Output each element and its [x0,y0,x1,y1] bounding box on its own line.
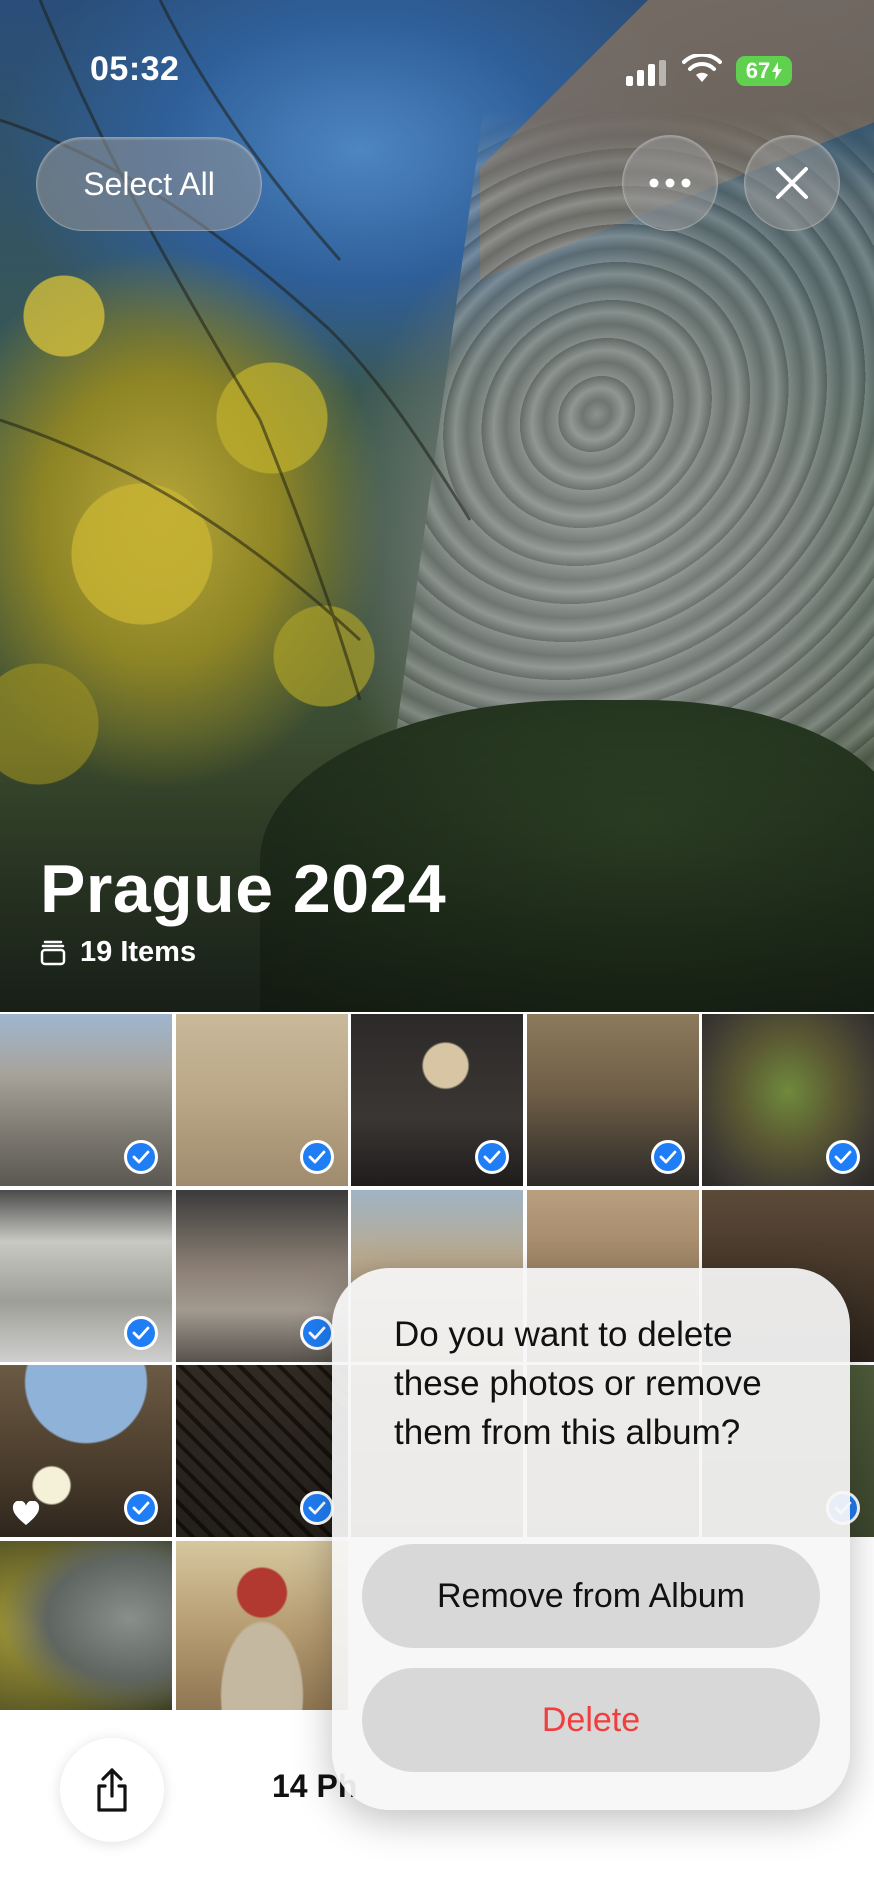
selected-check-icon [475,1140,509,1174]
delete-options-dialog: Do you want to delete these photos or re… [332,1268,850,1810]
favorite-heart-icon [12,1501,40,1525]
selected-check-icon [826,1140,860,1174]
item-count-label: 19 Items [80,936,197,968]
selected-check-icon [124,1140,158,1174]
selected-check-icon [124,1315,158,1350]
photo-thumbnail[interactable] [175,1540,348,1713]
photo-thumbnail[interactable] [175,1189,348,1362]
dialog-message: Do you want to delete these photos or re… [394,1315,762,1452]
album-item-count: 19 Items [40,936,196,969]
stack-icon [40,940,66,965]
selected-check-icon [299,1140,334,1174]
share-button[interactable] [60,1738,164,1842]
close-button[interactable] [744,135,840,231]
photo-thumbnail[interactable] [0,1189,172,1362]
selected-check-icon [299,1315,334,1350]
select-all-button[interactable]: Select All [36,137,262,231]
photo-thumbnail[interactable] [0,1365,172,1537]
share-icon [97,1768,127,1812]
photo-thumbnail[interactable] [0,1540,172,1713]
more-options-button[interactable] [622,135,718,231]
status-time: 05:32 [90,50,180,88]
selected-check-icon [299,1491,334,1525]
selected-check-icon [650,1140,685,1174]
photo-thumbnail[interactable] [175,1365,348,1537]
photo-thumbnail[interactable] [702,1014,874,1186]
ellipsis-icon [649,178,691,188]
close-icon [776,167,808,199]
photo-thumbnail[interactable] [526,1014,699,1186]
cellular-signal-icon [626,58,668,86]
remove-from-album-button[interactable]: Remove from Album [362,1544,820,1648]
wifi-icon [682,54,722,82]
selected-check-icon [124,1491,158,1525]
battery-level: 67 [745,58,771,83]
photo-thumbnail[interactable] [351,1014,523,1186]
delete-button[interactable]: Delete [362,1668,820,1772]
battery-charging-icon: 67 [736,56,792,86]
photo-thumbnail[interactable] [175,1014,348,1186]
album-title: Prague 2024 [40,851,447,927]
photo-thumbnail[interactable] [0,1014,172,1186]
